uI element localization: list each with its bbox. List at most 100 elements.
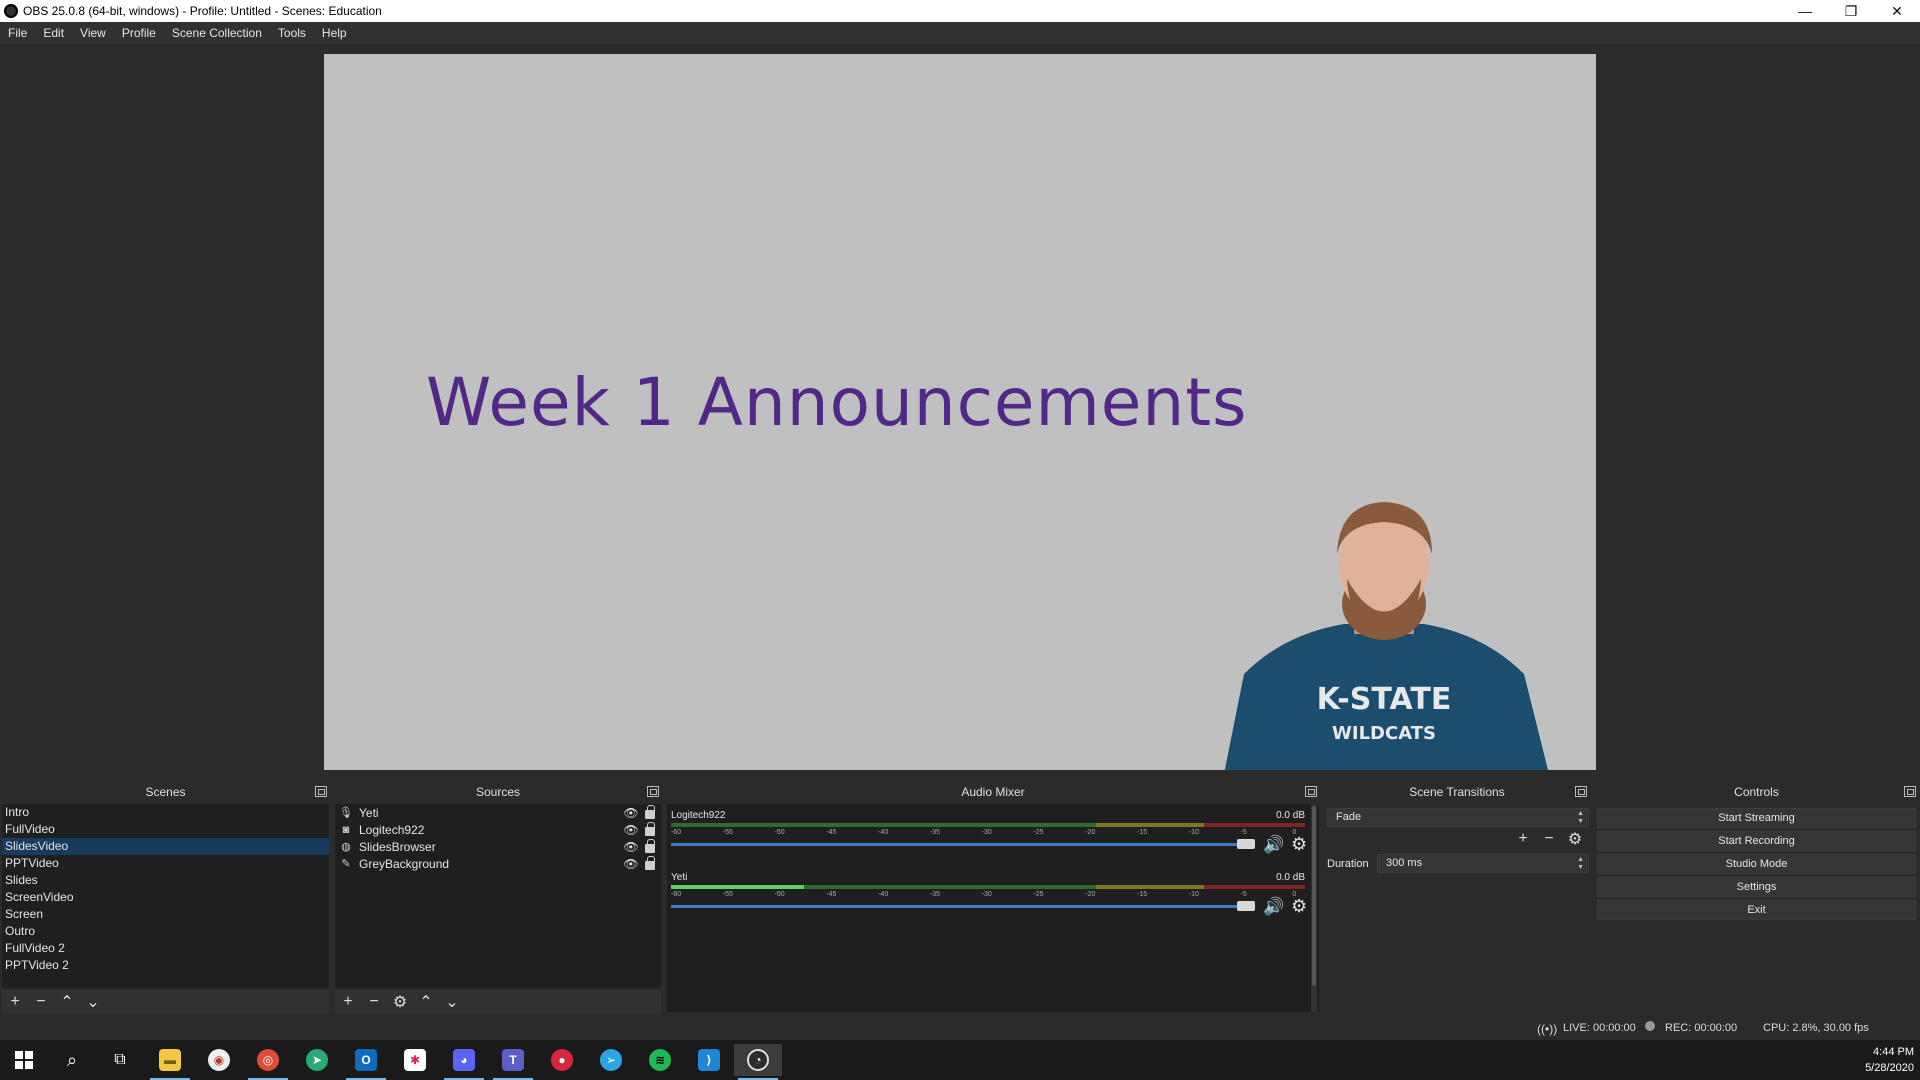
source-item-logitech922[interactable]: ◙ Logitech922 👁 <box>335 821 661 838</box>
taskbar-app-obs[interactable]: ◔ <box>734 1044 782 1080</box>
source-properties-gear-icon[interactable]: ⚙ <box>391 993 409 1011</box>
exit-button[interactable]: Exit <box>1597 900 1916 920</box>
volume-slider-track[interactable] <box>671 905 1241 908</box>
obs-icon: ◔ <box>747 1049 769 1071</box>
taskbar-app-red[interactable]: ◉ <box>195 1044 243 1076</box>
add-source-button[interactable]: + <box>339 993 357 1011</box>
transition-properties-gear-icon[interactable]: ⚙ <box>1566 830 1584 848</box>
lock-icon[interactable] <box>645 856 655 870</box>
record-dot-icon <box>1645 1021 1655 1031</box>
menu-scene-collection[interactable]: Scene Collection <box>164 26 270 40</box>
source-item-greybackground[interactable]: ✎ GreyBackground 👁 <box>335 855 661 872</box>
camera-icon: ◙ <box>342 823 350 836</box>
start-button[interactable] <box>0 1044 48 1076</box>
taskbar-app-slack[interactable]: ✱ <box>391 1044 439 1076</box>
lock-icon[interactable] <box>645 822 655 836</box>
search-button[interactable]: ⌕ <box>48 1044 96 1076</box>
source-item-slidesbrowser[interactable]: ◍ SlidesBrowser 👁 <box>335 838 661 855</box>
taskbar-app-outlook[interactable]: O <box>342 1044 390 1080</box>
close-button[interactable]: ✕ <box>1874 0 1920 22</box>
taskbar-app-green-arrow[interactable]: ➤ <box>293 1044 341 1076</box>
taskbar-app-chrome[interactable]: ◎ <box>244 1044 292 1080</box>
settings-button[interactable]: Settings <box>1597 877 1916 897</box>
status-bar: ((•)) LIVE: 00:00:00 REC: 00:00:00 CPU: … <box>0 1016 1920 1040</box>
scene-item-outro[interactable]: Outro <box>2 923 329 940</box>
taskbar-app-teams[interactable]: T <box>489 1044 537 1080</box>
remove-source-button[interactable]: − <box>365 993 383 1011</box>
scene-item-slides[interactable]: Slides <box>2 872 329 889</box>
cpu-fps: CPU: 2.8%, 30.00 fps <box>1763 1022 1869 1034</box>
volume-slider-handle[interactable] <box>1237 839 1255 849</box>
taskbar-app-telegram[interactable]: ➢ <box>587 1044 635 1076</box>
volume-slider-handle[interactable] <box>1237 901 1255 911</box>
scene-item-fullvideo[interactable]: FullVideo <box>2 821 329 838</box>
move-down-button[interactable]: ⌄ <box>84 993 102 1011</box>
taskbar-app-vscode[interactable]: ⟩ <box>685 1044 733 1076</box>
clock-time: 4:44 PM <box>1873 1046 1914 1058</box>
minimize-button[interactable]: — <box>1782 0 1828 22</box>
menu-help[interactable]: Help <box>314 26 355 40</box>
speaker-icon[interactable]: 🔊 <box>1263 835 1284 855</box>
task-view-button[interactable]: ⧉ <box>96 1044 144 1076</box>
windows-logo-icon <box>15 1051 33 1069</box>
restore-button[interactable]: ❐ <box>1828 0 1874 22</box>
duration-spinbox[interactable]: 300 ms ▲ ▼ <box>1377 854 1589 873</box>
move-up-button[interactable]: ⌃ <box>58 993 76 1011</box>
add-scene-button[interactable]: + <box>6 993 24 1011</box>
scene-item-pptvideo-2[interactable]: PPTVideo 2 <box>2 957 329 974</box>
mixer-scrollbar[interactable] <box>1311 804 1317 1012</box>
spin-arrows-icon: ▲ ▼ <box>1577 856 1584 871</box>
gear-icon[interactable]: ⚙ <box>1291 896 1307 917</box>
gear-icon[interactable]: ⚙ <box>1291 834 1307 855</box>
taskbar-app-discord[interactable]: ◕ <box>440 1044 488 1080</box>
taskbar-app-spotify[interactable]: ≋ <box>636 1044 684 1076</box>
eye-icon[interactable]: 👁 <box>623 806 639 820</box>
move-up-button[interactable]: ⌃ <box>417 993 435 1011</box>
remove-scene-button[interactable]: − <box>32 993 50 1011</box>
meter-tick-label: -35 <box>929 829 940 836</box>
eye-icon[interactable]: 👁 <box>623 857 639 871</box>
scene-item-pptvideo[interactable]: PPTVideo <box>2 855 329 872</box>
scene-item-slidesvideo[interactable]: SlidesVideo <box>2 838 329 855</box>
scene-item-intro[interactable]: Intro <box>2 804 329 821</box>
search-icon: ⌕ <box>66 1049 78 1070</box>
studio-mode-button[interactable]: Studio Mode <box>1597 854 1916 874</box>
move-down-button[interactable]: ⌄ <box>443 993 461 1011</box>
system-clock[interactable]: 4:44 PM 5/28/2020 <box>1865 1044 1914 1076</box>
meter-tick-label: -20 <box>1085 891 1096 898</box>
speaker-icon[interactable]: 🔊 <box>1263 897 1284 917</box>
start-recording-button[interactable]: Start Recording <box>1597 831 1916 851</box>
undock-icon[interactable] <box>315 786 327 797</box>
undock-icon[interactable] <box>1305 786 1317 797</box>
transition-select[interactable]: Fade ▲ ▼ <box>1327 808 1589 827</box>
eye-icon[interactable]: 👁 <box>623 823 639 837</box>
undock-icon[interactable] <box>647 786 659 797</box>
start-streaming-button[interactable]: Start Streaming <box>1597 808 1916 828</box>
remove-transition-button[interactable]: − <box>1540 830 1558 848</box>
lock-icon[interactable] <box>645 805 655 819</box>
add-transition-button[interactable]: + <box>1514 830 1532 848</box>
program-preview[interactable]: Week 1 Announcements K-STATE WILDCATS <box>324 54 1596 770</box>
undock-icon[interactable] <box>1575 786 1587 797</box>
source-item-yeti[interactable]: 🎙 Yeti 👁 <box>335 804 661 821</box>
lock-icon[interactable] <box>645 839 655 853</box>
scene-item-screen[interactable]: Screen <box>2 906 329 923</box>
taskbar-app-file-explorer[interactable]: ▬ <box>146 1044 194 1080</box>
menu-profile[interactable]: Profile <box>114 26 164 40</box>
menu-file[interactable]: File <box>0 26 35 40</box>
duration-label: Duration <box>1327 858 1369 870</box>
eye-icon[interactable]: 👁 <box>623 840 639 854</box>
menu-view[interactable]: View <box>72 26 114 40</box>
meter-tick-label: -50 <box>774 829 785 836</box>
shirt-subtext: WILDCATS <box>1332 723 1436 744</box>
scene-item-screenvideo[interactable]: ScreenVideo <box>2 889 329 906</box>
source-name: Logitech922 <box>359 822 425 837</box>
volume-slider-track[interactable] <box>671 843 1241 846</box>
sources-list: 🎙 Yeti 👁 ◙ Logitech922 👁 ◍ SlidesBrowser… <box>335 804 661 988</box>
chat-icon: ● <box>551 1049 573 1071</box>
menu-tools[interactable]: Tools <box>270 26 314 40</box>
undock-icon[interactable] <box>1904 786 1916 797</box>
taskbar-app-chat[interactable]: ● <box>538 1044 586 1076</box>
scene-item-fullvideo-2[interactable]: FullVideo 2 <box>2 940 329 957</box>
menu-edit[interactable]: Edit <box>35 26 72 40</box>
